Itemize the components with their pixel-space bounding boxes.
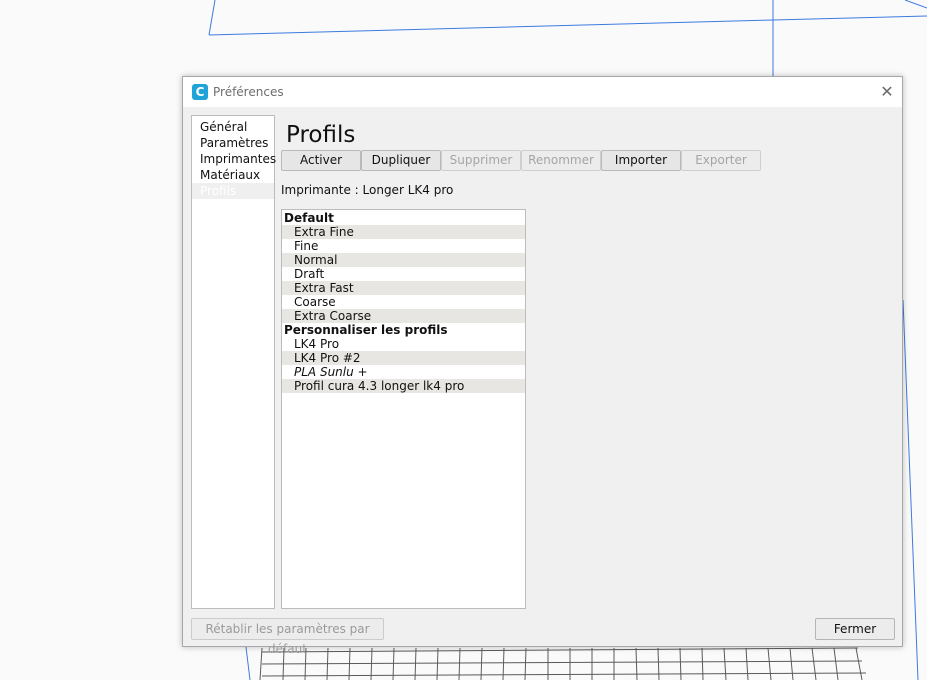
profile-item[interactable]: Draft [282, 267, 525, 281]
printer-label: Imprimante : Longer LK4 pro [281, 183, 454, 197]
profile-item[interactable]: LK4 Pro #2 [282, 351, 525, 365]
close-button[interactable]: Fermer [815, 618, 895, 640]
reset-defaults-button[interactable]: Rétablir les paramètres par défaut [191, 618, 384, 656]
profile-item[interactable]: Profil cura 4.3 longer lk4 pro [282, 379, 525, 393]
cura-app-icon: C [192, 84, 208, 100]
duplicate-button[interactable]: Dupliquer [361, 150, 441, 171]
sidebar-item-general[interactable]: Général [192, 119, 274, 135]
export-button[interactable]: Exporter [681, 150, 761, 171]
sidebar-item-materials[interactable]: Matériaux [192, 167, 274, 183]
preferences-dialog: C Préférences ✕ Général Paramètres Impri… [182, 76, 903, 656]
activate-button[interactable]: Activer [281, 150, 361, 171]
dialog-titlebar[interactable]: C Préférences ✕ [183, 77, 902, 107]
profile-item[interactable]: Extra Coarse [282, 309, 525, 323]
import-button[interactable]: Importer [601, 150, 681, 171]
sidebar-item-profiles[interactable]: Profils [192, 183, 274, 199]
rename-button[interactable]: Renommer [521, 150, 601, 171]
profile-item[interactable]: PLA Sunlu + [282, 365, 525, 379]
profile-group-header: Default [284, 211, 334, 225]
dialog-title: Préférences [213, 85, 284, 99]
preferences-sidebar: Général Paramètres Imprimantes Matériaux… [191, 115, 276, 609]
profile-item[interactable]: Normal [282, 253, 525, 267]
close-icon[interactable]: ✕ [878, 83, 896, 101]
profile-group-header: Personnaliser les profils [284, 323, 448, 337]
profile-item[interactable]: Extra Fine [282, 225, 525, 239]
delete-button[interactable]: Supprimer [441, 150, 521, 171]
profile-item[interactable]: Fine [282, 239, 525, 253]
profile-item[interactable]: Extra Fast [282, 281, 525, 295]
page-title: Profils [286, 122, 356, 148]
profile-item[interactable]: Coarse [282, 295, 525, 309]
profile-item[interactable]: LK4 Pro [282, 337, 525, 351]
profile-list[interactable]: Default Extra Fine Fine Normal Draft Ext… [281, 209, 526, 609]
sidebar-item-settings[interactable]: Paramètres [192, 135, 274, 151]
sidebar-item-printers[interactable]: Imprimantes [192, 151, 276, 167]
